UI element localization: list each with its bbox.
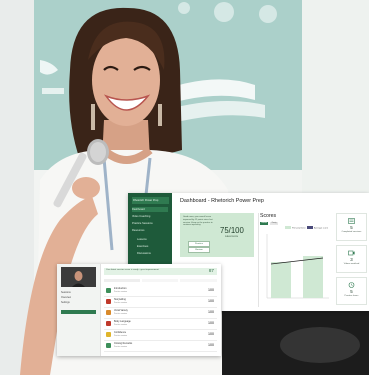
sidebar-item-practice-sessions[interactable]: Practice Sessions — [132, 221, 168, 226]
kpi-card-sessions: 5 Completed sessions — [336, 213, 367, 241]
session-header-text: Your latest session score is ready - gre… — [106, 269, 159, 271]
session-header: Your latest session score is ready - gre… — [104, 268, 217, 275]
kpi-card-videos: 3 Videos watched — [336, 245, 367, 273]
kpi-value: 3 — [350, 257, 353, 262]
score-caption: Latest score — [225, 235, 239, 238]
legend-average: Average score — [314, 227, 329, 230]
session-score: 100 — [208, 288, 214, 292]
scores-panel: Scores Overall Clarity Personal best Ave… — [258, 213, 331, 307]
session-score: 100 — [208, 332, 214, 336]
scores-chart: Personal best Average score — [266, 226, 329, 299]
photo-stage: Rhetorich Power Prep Dashboard Video Coa… — [0, 0, 369, 375]
sidebar-item-resources[interactable]: Resources — [132, 228, 168, 233]
session-icon — [106, 310, 111, 315]
kpi-value: 5 — [350, 289, 353, 294]
session-type: Practice session — [114, 301, 128, 304]
session-type: Practice session — [114, 312, 128, 315]
thumbnail-image — [61, 267, 96, 287]
clock-icon — [348, 282, 355, 288]
session-score: 100 — [208, 321, 214, 325]
session-icon — [106, 321, 111, 326]
session-icon — [106, 343, 111, 348]
score-card-blurb: Good news, your overall score improved b… — [183, 216, 213, 227]
sidebar-item-dashboard[interactable]: Dashboard — [132, 207, 168, 212]
kpi-label: Practice hours — [344, 295, 359, 297]
sidebar-item-settings[interactable]: Settings — [61, 301, 70, 304]
session-icon — [106, 332, 111, 337]
legend-swatch-average — [307, 226, 313, 229]
sidebar-brand: Rhetorich Power Prep — [132, 197, 169, 204]
sidebar-item-discussions[interactable]: Discussions — [137, 251, 173, 256]
chart-bar-2 — [303, 256, 323, 298]
session-type: Practice session — [114, 323, 128, 326]
kpi-card-hours: 5 Practice hours — [336, 277, 367, 305]
video-icon — [348, 250, 355, 256]
session-sidebar: Sessions Overview Settings — [57, 264, 101, 356]
scores-heading: Scores — [260, 213, 277, 219]
sidebar-item-sessions[interactable]: Sessions — [61, 291, 71, 294]
session-list-screenshot: Sessions Overview Settings Your latest s… — [57, 264, 221, 356]
kpi-label: Videos watched — [343, 263, 360, 265]
session-icon — [106, 299, 111, 304]
session-icon — [106, 288, 111, 293]
kpi-label: Completed sessions — [341, 231, 362, 233]
sidebar-item-overview[interactable]: Overview — [61, 296, 71, 299]
legend-swatch-best — [285, 226, 291, 229]
session-type: Practice session — [114, 345, 128, 348]
session-score: 100 — [208, 310, 214, 314]
page-title: Dashboard - Rhetorich Power Prep — [180, 198, 264, 204]
review-button[interactable]: Review — [188, 247, 210, 253]
chip-clarity[interactable]: Clarity — [270, 222, 278, 225]
primary-action-button[interactable] — [61, 310, 96, 314]
session-header-number: 87 — [208, 268, 214, 273]
score-card: Good news, your overall score improved b… — [180, 213, 254, 257]
session-type: Practice session — [114, 290, 128, 293]
sidebar-item-lessons[interactable]: Lessons — [137, 237, 173, 242]
sidebar-item-exercises[interactable]: Exercises — [137, 244, 173, 249]
session-score: 100 — [208, 343, 214, 347]
session-type: Practice session — [114, 334, 128, 337]
checklist-icon — [348, 218, 355, 224]
score-value: 75/100 — [220, 226, 244, 235]
chip-overall[interactable]: Overall — [260, 222, 268, 225]
sidebar-item-video-coaching[interactable]: Video Coaching — [132, 214, 168, 219]
legend-best: Personal best — [292, 227, 306, 230]
session-score: 100 — [208, 299, 214, 303]
presenter-thumbnail[interactable] — [61, 267, 96, 287]
session-tabs[interactable] — [104, 278, 217, 283]
table-row[interactable]: Closing Remarks Practice session 100 — [104, 340, 217, 352]
chart-bar-1 — [271, 262, 291, 298]
kpi-value: 5 — [350, 225, 353, 230]
